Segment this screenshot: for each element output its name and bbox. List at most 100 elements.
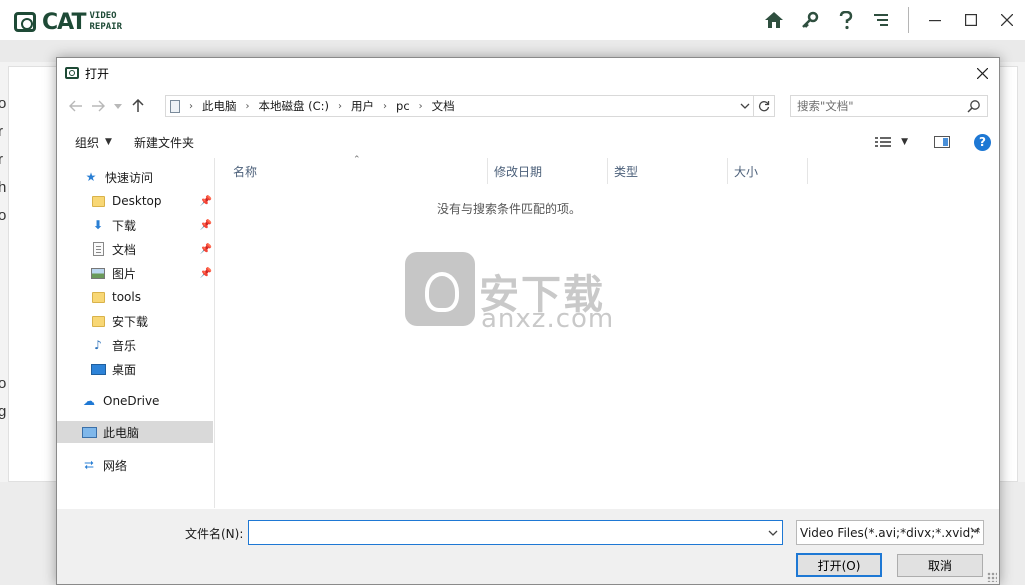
open-button[interactable]: 打开(O) (796, 553, 882, 577)
minimize-button[interactable] (917, 0, 953, 40)
nav-label: 文档 (112, 242, 137, 257)
breadcrumb-separator-icon[interactable]: › (419, 101, 423, 112)
nav-item-downloads[interactable]: ⬇ 下载 📌 (90, 214, 212, 236)
desktop-icon-wrap (90, 361, 106, 377)
nav-item-tools[interactable]: tools (90, 286, 212, 308)
breadcrumb-users[interactable]: 用户 (351, 98, 374, 114)
up-arrow-icon[interactable] (127, 94, 149, 118)
picture-icon-wrap (90, 265, 106, 281)
file-type-select[interactable]: Video Files(*.avi;*divx;*.xvid;* (796, 520, 984, 545)
nav-label: Desktop (112, 194, 162, 208)
app-close-button[interactable] (989, 0, 1025, 40)
home-icon[interactable] (756, 0, 792, 40)
column-label: 修改日期 (494, 164, 543, 179)
breadcrumb-pc[interactable]: pc (396, 99, 410, 113)
nav-this-pc[interactable]: 此电脑 (57, 421, 213, 443)
breadcrumb-separator-icon[interactable]: › (383, 101, 387, 112)
app-camera-icon (65, 67, 79, 79)
help-icon[interactable] (828, 0, 864, 40)
new-folder-button[interactable]: 新建文件夹 (124, 130, 204, 154)
address-bar[interactable]: › 此电脑 › 本地磁盘 (C:) › 用户 › pc › 文档 (165, 95, 775, 117)
location-icon (170, 99, 180, 113)
navigation-bar: › 此电脑 › 本地磁盘 (C:) › 用户 › pc › 文档 (57, 92, 999, 120)
breadcrumb-separator-icon[interactable]: › (246, 101, 250, 112)
nav-item-music[interactable]: ♪ 音乐 (90, 334, 212, 356)
nav-label: 快速访问 (105, 170, 154, 185)
open-file-dialog: 打开 › 此电脑 › 本地磁盘 (C:) › 用户 › pc › 文档 搜索"文… (56, 57, 1000, 585)
breadcrumb-separator-icon[interactable]: › (189, 101, 193, 112)
dialog-title: 打开 (85, 66, 110, 81)
app-text-fragment: g (0, 403, 7, 420)
menu-icon[interactable] (864, 0, 900, 40)
toolbar-separator (908, 7, 909, 33)
dialog-titlebar: 打开 (57, 58, 999, 88)
download-icon: ⬇ (92, 218, 104, 232)
dialog-footer: 文件名(N): Video Files(*.avi;*divx;*.xvid;*… (57, 509, 999, 584)
search-icon[interactable] (967, 99, 981, 113)
search-box[interactable] (790, 95, 988, 117)
resize-grip-icon[interactable] (987, 572, 997, 582)
computer-icon-wrap (81, 424, 97, 440)
app-text-fragment: h (0, 179, 7, 196)
music-icon: ♪ (94, 338, 102, 352)
maximize-button[interactable] (953, 0, 989, 40)
column-header-name[interactable]: 名称 ⌃ (216, 155, 488, 184)
column-header-date[interactable]: 修改日期 (488, 158, 608, 184)
navigation-pane: ★ 快速访问 Desktop 📌 ⬇ 下载 📌 文档 📌 图片 📌 tools (57, 158, 215, 508)
chevron-down-icon: ▼ (105, 137, 112, 147)
back-arrow-icon[interactable] (65, 94, 87, 118)
pin-icon: 📌 (199, 195, 212, 207)
file-type-value: Video Files(*.avi;*divx;*.xvid;* (800, 525, 981, 540)
nav-item-desktop-cn[interactable]: 桌面 (90, 358, 212, 380)
logo-repair-text: REPAIR (89, 22, 122, 32)
logo-cat-text: CAT (42, 9, 86, 35)
change-view-button[interactable]: ▼ (875, 136, 908, 148)
nav-label: 桌面 (112, 362, 137, 377)
dialog-help-icon[interactable]: ? (974, 133, 991, 151)
search-input[interactable] (797, 99, 957, 113)
breadcrumb-local-disk[interactable]: 本地磁盘 (C:) (259, 98, 330, 114)
key-icon[interactable] (792, 0, 828, 40)
logo-subtitle: VIDEO REPAIR (89, 11, 122, 33)
nav-onedrive[interactable]: ☁ OneDrive (81, 390, 211, 412)
nav-network[interactable]: ⮂ 网络 (81, 454, 211, 476)
pin-icon: 📌 (199, 243, 212, 255)
document-icon-wrap (90, 241, 106, 257)
cancel-button[interactable]: 取消 (897, 554, 983, 577)
app-titlebar: CAT VIDEO REPAIR (0, 0, 1025, 40)
column-header-type[interactable]: 类型 (608, 158, 728, 184)
breadcrumb-this-pc[interactable]: 此电脑 (202, 98, 237, 114)
nav-item-documents[interactable]: 文档 📌 (90, 238, 212, 260)
breadcrumb-separator-icon[interactable]: › (338, 101, 342, 112)
nav-label: 安下载 (112, 314, 149, 329)
organize-button[interactable]: 组织 ▼ (65, 130, 122, 154)
network-icon: ⮂ (84, 457, 94, 472)
preview-pane-icon[interactable] (934, 136, 950, 148)
refresh-icon[interactable] (753, 95, 773, 117)
nav-item-desktop[interactable]: Desktop 📌 (90, 190, 212, 212)
nav-label: 网络 (103, 458, 128, 473)
watermark-shield-icon (405, 252, 475, 326)
computer-icon (81, 426, 97, 438)
app-toolbar (756, 0, 1025, 40)
nav-label: 下载 (112, 218, 137, 233)
breadcrumb-documents[interactable]: 文档 (432, 98, 455, 114)
empty-folder-message: 没有与搜索条件匹配的项。 (436, 202, 581, 216)
nav-item-pictures[interactable]: 图片 📌 (90, 262, 212, 284)
dialog-close-button[interactable] (969, 60, 995, 86)
app-text-fragment: r (0, 123, 3, 140)
recent-locations-chevron-icon[interactable] (109, 94, 127, 118)
address-dropdown-chevron-icon[interactable] (736, 96, 754, 116)
column-label: 大小 (734, 164, 759, 179)
column-header-size[interactable]: 大小 (728, 158, 808, 184)
app-logo: CAT VIDEO REPAIR (14, 8, 122, 36)
star-icon: ★ (85, 170, 97, 184)
command-toolbar: 组织 ▼ 新建文件夹 ▼ ? (57, 128, 999, 156)
app-text-fragment: o (0, 207, 7, 224)
filename-input[interactable] (248, 520, 783, 545)
watermark-domain: anxz.com (481, 304, 615, 334)
filename-dropdown-chevron-icon[interactable] (765, 522, 781, 543)
nav-quick-access[interactable]: ★ 快速访问 (83, 166, 211, 188)
forward-arrow-icon[interactable] (87, 94, 109, 118)
nav-item-anxz[interactable]: 安下载 (90, 310, 212, 332)
